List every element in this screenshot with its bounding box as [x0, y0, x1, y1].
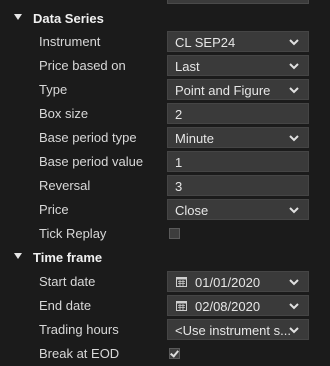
row-tick-replay: Tick Replay — [0, 222, 330, 246]
instrument-dropdown[interactable]: CL SEP24 — [167, 31, 309, 52]
row-reversal: Reversal 3 — [0, 174, 330, 198]
property-label: Tick Replay — [39, 226, 107, 241]
end-date-picker[interactable]: 02/08/2020 — [167, 295, 309, 316]
base-period-value-field[interactable]: 1 — [167, 151, 309, 172]
dropdown-value: Point and Figure — [175, 83, 271, 98]
row-break-at-eod: Break at EOD — [0, 342, 330, 366]
start-date-picker[interactable]: 01/01/2020 — [167, 271, 309, 292]
price-based-on-dropdown[interactable]: Last — [167, 55, 309, 76]
property-label: Type — [39, 82, 68, 97]
category-label: Time frame — [33, 249, 103, 265]
row-base-period-type: Base period type Minute — [0, 126, 330, 150]
property-label: Base period value — [39, 154, 144, 169]
field-value: 3 — [175, 179, 183, 194]
row-base-period-value: Base period value 1 — [0, 150, 330, 174]
property-label: Trading hours — [39, 322, 119, 337]
chevron-down-icon[interactable] — [289, 277, 299, 287]
properties-grid: Data Series Instrument CL SEP24 Price ba… — [0, 0, 330, 361]
box-size-field[interactable]: 2 — [167, 103, 309, 124]
type-dropdown[interactable]: Point and Figure — [167, 79, 309, 100]
field-value: 1 — [175, 155, 183, 170]
chevron-down-icon[interactable] — [289, 61, 299, 71]
row-end-date: End date 02/08/2020 — [0, 294, 330, 318]
chevron-down-icon[interactable] — [289, 301, 299, 311]
row-box-size: Box size 2 — [0, 102, 330, 126]
tick-replay-checkbox[interactable] — [169, 228, 180, 239]
property-label: Price based on — [39, 58, 126, 73]
triangle-down-icon[interactable] — [14, 253, 22, 259]
field-value: 2 — [175, 107, 183, 122]
property-label: End date — [39, 298, 92, 313]
property-label: Break at EOD — [39, 346, 120, 361]
date-value: 01/01/2020 — [195, 275, 261, 290]
dropdown-value: Close — [175, 203, 209, 218]
property-label: Instrument — [39, 34, 101, 49]
reversal-field[interactable]: 3 — [167, 175, 309, 196]
date-value: 02/08/2020 — [195, 299, 261, 314]
calendar-icon[interactable] — [176, 277, 187, 287]
chevron-down-icon[interactable] — [289, 85, 299, 95]
row-start-date: Start date 01/01/2020 — [0, 270, 330, 294]
dropdown-value: CL SEP24 — [175, 35, 236, 50]
break-at-eod-checkbox[interactable] — [169, 348, 180, 359]
property-label: Start date — [39, 274, 96, 289]
chevron-down-icon[interactable] — [289, 133, 299, 143]
base-period-type-dropdown[interactable]: Minute — [167, 127, 309, 148]
row-price: Price Close — [0, 198, 330, 222]
row-price-based-on: Price based on Last — [0, 54, 330, 78]
category-label: Data Series — [33, 10, 104, 26]
trading-hours-dropdown[interactable]: <Use instrument s... — [167, 319, 309, 340]
dropdown-value: Last — [175, 59, 200, 74]
dropdown-value: <Use instrument s... — [175, 323, 291, 338]
row-trading-hours: Trading hours <Use instrument s... — [0, 318, 330, 342]
price-dropdown[interactable]: Close — [167, 199, 309, 220]
row-type: Type Point and Figure — [0, 78, 330, 102]
property-label: Box size — [39, 106, 89, 121]
category-time-frame[interactable]: Time frame — [0, 245, 330, 269]
chevron-down-icon[interactable] — [289, 325, 299, 335]
row-instrument: Instrument CL SEP24 — [0, 30, 330, 54]
chevron-down-icon[interactable] — [289, 37, 299, 47]
property-label: Base period type — [39, 130, 137, 145]
chevron-down-icon[interactable] — [289, 205, 299, 215]
property-label: Reversal — [39, 178, 91, 193]
triangle-down-icon[interactable] — [14, 14, 22, 20]
partial-cell — [167, 0, 309, 4]
calendar-icon[interactable] — [176, 301, 187, 311]
dropdown-value: Minute — [175, 131, 215, 146]
property-label: Price — [39, 202, 69, 217]
category-data-series[interactable]: Data Series — [0, 6, 330, 30]
